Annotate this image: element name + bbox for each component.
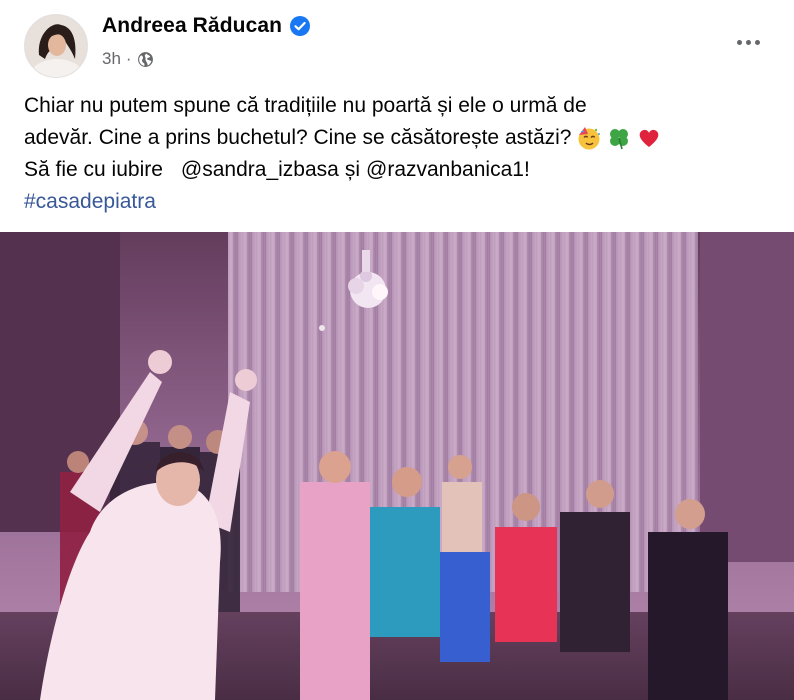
red-heart-icon (639, 129, 658, 147)
post-text-line-2: adevăr. Cine a prins buchetul? Cine se c… (24, 126, 572, 149)
mention-sandra-izbasa[interactable]: @sandra_izbasa (181, 154, 339, 186)
post-text-line: #casadepiatra (24, 186, 784, 218)
post-text-line-3-prefix: Să fie cu iubire (24, 158, 163, 181)
post-text-line: Să fie cu iubire @sandra_izbasa și @razv… (24, 154, 784, 186)
post-text-line-1: Chiar nu putem spune că tradițiile nu po… (24, 94, 587, 117)
post-text-line-3-suffix: ! (523, 158, 530, 181)
profile-photo-icon (25, 15, 87, 77)
post-photo[interactable] (0, 232, 794, 700)
author-avatar[interactable] (24, 14, 88, 78)
wedding-bouquet-toss-photo-icon (0, 232, 794, 700)
more-dot (754, 39, 760, 45)
post-text-line: adevăr. Cine a prins buchetul? Cine se c… (24, 122, 784, 154)
partying-face-icon (578, 127, 600, 150)
post-text-line-3-mid: și (344, 158, 361, 181)
post-header: Andreea Răducan 3h · (0, 0, 794, 90)
verified-badge-icon (290, 16, 311, 36)
post-text-line: Chiar nu putem spune că tradițiile nu po… (24, 90, 784, 122)
mention-razvanbanica1[interactable]: @razvanbanica1 (366, 154, 524, 186)
four-leaf-clover-icon (609, 129, 628, 150)
meta-separator: · (125, 49, 132, 68)
more-options-button[interactable] (730, 26, 766, 58)
post-meta: 3h · (102, 49, 154, 69)
more-dot (736, 39, 742, 45)
post-timestamp[interactable]: 3h (102, 49, 121, 69)
globe-icon[interactable] (137, 51, 154, 68)
hashtag-link[interactable]: #casadepiatra (24, 186, 156, 218)
more-dot (745, 39, 751, 45)
post-message: Chiar nu putem spune că tradițiile nu po… (24, 90, 784, 218)
author-name[interactable]: Andreea Răducan (102, 14, 282, 38)
author-line: Andreea Răducan (102, 14, 311, 38)
